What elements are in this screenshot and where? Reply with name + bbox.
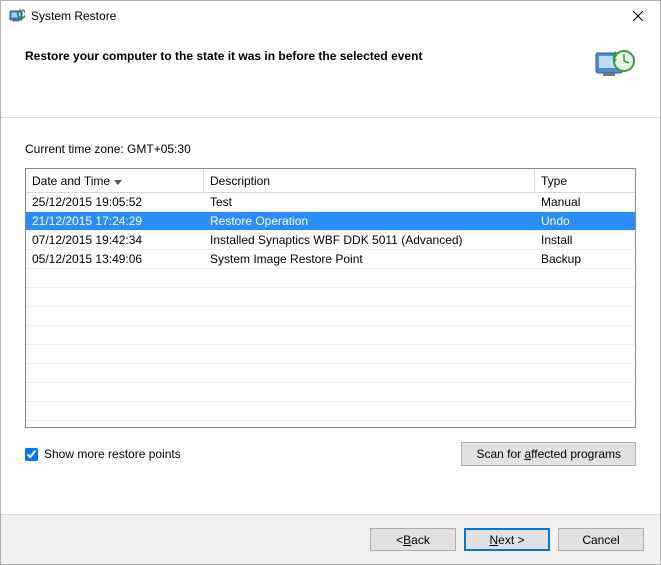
wizard-content: Current time zone: GMT+05:30 Date and Ti… [1,118,660,514]
show-more-checkbox[interactable] [25,448,38,461]
show-more-label[interactable]: Show more restore points [44,447,181,461]
cell-description: Installed Synaptics WBF DDK 5011 (Advanc… [204,231,535,249]
cell-date: 25/12/2015 19:05:52 [26,193,204,211]
column-header-date[interactable]: Date and Time [26,169,204,192]
cell-date: 05/12/2015 13:49:06 [26,250,204,268]
cell-description: Restore Operation [204,212,535,230]
cell-date: 07/12/2015 19:42:34 [26,231,204,249]
column-header-label: Type [541,174,567,188]
table-row[interactable]: 07/12/2015 19:42:34Installed Synaptics W… [26,231,635,250]
column-header-description[interactable]: Description [204,169,535,192]
system-restore-icon [9,8,25,24]
wizard-footer: < Back Next > Cancel [1,514,660,564]
table-row-empty [26,269,635,288]
cancel-button[interactable]: Cancel [558,528,644,551]
table-row-empty [26,364,635,383]
wizard-header: Restore your computer to the state it wa… [1,31,660,118]
table-row-empty [26,345,635,364]
table-footer-row: Show more restore points Scan for affect… [25,442,636,466]
system-restore-window: System Restore Restore your computer to … [0,0,661,565]
close-button[interactable] [616,1,660,31]
window-title: System Restore [31,9,616,23]
cell-description: Test [204,193,535,211]
close-icon [633,11,643,21]
back-button[interactable]: < Back [370,528,456,551]
page-heading: Restore your computer to the state it wa… [25,45,594,63]
table-body: 25/12/2015 19:05:52TestManual21/12/2015 … [26,193,635,427]
table-row-empty [26,383,635,402]
table-row-empty [26,288,635,307]
table-row-empty [26,307,635,326]
table-row[interactable]: 21/12/2015 17:24:29Restore OperationUndo [26,212,635,231]
titlebar: System Restore [1,1,660,31]
table-row-empty [26,326,635,345]
restore-points-table[interactable]: Date and Time Description Type 25/12/201… [25,168,636,428]
table-row[interactable]: 25/12/2015 19:05:52TestManual [26,193,635,212]
cell-description: System Image Restore Point [204,250,535,268]
timezone-label: Current time zone: GMT+05:30 [25,142,636,156]
column-header-label: Description [210,174,270,188]
cell-type: Manual [535,193,635,211]
column-header-label: Date and Time [32,174,110,188]
next-button[interactable]: Next > [464,528,550,551]
sort-desc-icon [114,174,122,188]
table-row[interactable]: 05/12/2015 13:49:06System Image Restore … [26,250,635,269]
scan-affected-programs-button[interactable]: Scan for affected programs [461,442,636,466]
show-more-checkbox-group[interactable]: Show more restore points [25,447,181,461]
column-header-type[interactable]: Type [535,169,635,192]
cell-date: 21/12/2015 17:24:29 [26,212,204,230]
cell-type: Undo [535,212,635,230]
restore-large-icon [594,45,636,87]
cell-type: Backup [535,250,635,268]
cell-type: Install [535,231,635,249]
table-row-empty [26,402,635,421]
table-header: Date and Time Description Type [26,169,635,193]
